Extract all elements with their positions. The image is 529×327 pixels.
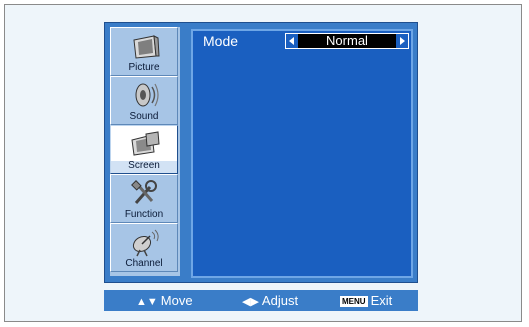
help-exit: MENU Exit xyxy=(340,290,392,311)
picture-icon xyxy=(133,35,160,59)
mode-value: Normal xyxy=(326,33,368,48)
menu-label-function: Function xyxy=(124,209,164,220)
sound-icon xyxy=(135,83,159,107)
menu-label-sound: Sound xyxy=(129,111,159,122)
mode-row[interactable]: Mode Normal xyxy=(193,32,411,50)
menu-label-screen: Screen xyxy=(128,160,160,171)
help-move-label: Move xyxy=(160,293,193,308)
help-adjust: ◀▶ Adjust xyxy=(242,290,298,313)
help-move: ▲▼ Move xyxy=(136,290,193,313)
mode-value-selector[interactable]: Normal xyxy=(285,33,409,49)
channel-icon xyxy=(132,229,159,257)
menu-item-function[interactable]: Function xyxy=(110,174,178,223)
menu-label-channel: Channel xyxy=(125,258,163,269)
selected-arrow-icon xyxy=(169,140,174,148)
main-menu: Picture Sound Screen Function Channel xyxy=(110,27,180,276)
arrow-right-icon[interactable] xyxy=(396,34,408,48)
screen-icon xyxy=(131,131,160,156)
menu-item-screen[interactable]: Screen xyxy=(110,125,178,174)
menu-item-sound[interactable]: Sound xyxy=(110,76,178,125)
help-bar: ▲▼ Move ◀▶ Adjust MENU Exit xyxy=(104,290,418,311)
arrow-left-icon[interactable] xyxy=(286,34,298,48)
help-adjust-label: Adjust xyxy=(261,293,299,308)
menu-label-picture: Picture xyxy=(128,62,160,73)
function-icon xyxy=(131,180,157,204)
screen-settings-panel: Mode Normal xyxy=(191,29,413,278)
osd-panel: Picture Sound Screen Function Channel Mo… xyxy=(104,22,418,283)
menu-item-channel[interactable]: Channel xyxy=(110,223,178,272)
left-right-arrows-icon: ◀▶ xyxy=(242,296,259,308)
help-exit-label: Exit xyxy=(370,293,393,308)
up-down-arrows-icon: ▲▼ xyxy=(136,296,158,308)
menu-item-picture[interactable]: Picture xyxy=(110,27,178,76)
mode-label: Mode xyxy=(203,33,239,49)
menu-key-icon: MENU xyxy=(340,296,368,307)
